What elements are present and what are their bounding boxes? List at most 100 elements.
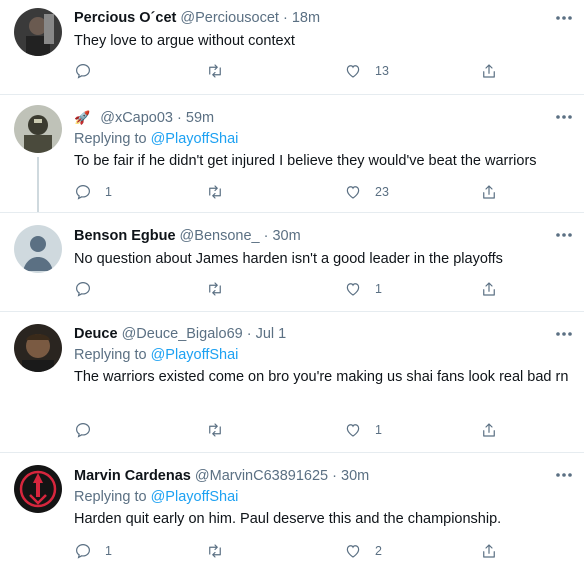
tweet[interactable]: Benson Egbue @Bensone_ · 30m No question… [0,213,584,311]
share-icon [483,64,495,78]
avatar[interactable] [14,105,62,153]
reply-mention-link[interactable]: @PlayoffShai [151,347,239,363]
more-options-icon[interactable] [554,111,574,123]
tweet[interactable]: Percious O´cet @Perciousocet · 18m They … [0,0,584,94]
reply-icon [76,64,90,79]
replying-to-label: Replying to [74,489,147,505]
heart-icon [346,424,360,437]
avatar[interactable] [14,8,62,56]
like-count: 23 [375,185,389,199]
tweet-actions: 1 23 [74,182,504,202]
share-button[interactable] [480,420,498,440]
tweet-text: They love to argue without context [74,33,295,49]
tweet-actions: 1 [74,420,504,440]
retweet-button[interactable] [206,541,237,561]
separator-dot: · [332,468,337,484]
timestamp[interactable]: 59m [186,110,214,126]
like-count: 2 [375,544,382,558]
author-name[interactable]: Percious O´cet [74,10,176,26]
reply-button[interactable]: 1 [74,182,112,202]
retweet-button[interactable] [206,279,237,299]
share-button[interactable] [480,182,498,202]
author-name[interactable]: Benson Egbue [74,228,176,244]
tweet-actions: 1 2 [74,541,504,561]
avatar[interactable] [14,225,62,273]
tweet[interactable]: Marvin Cardenas @MarvinC63891625 · 30m R… [0,453,584,569]
retweet-button[interactable] [206,420,237,440]
timestamp[interactable]: 30m [272,228,300,244]
reply-button[interactable]: 1 [74,541,112,561]
share-button[interactable] [480,541,498,561]
like-button[interactable]: 2 [344,541,382,561]
replying-to: Replying to @PlayoffShai [74,487,574,507]
reply-mention-link[interactable]: @PlayoffShai [151,131,239,147]
reply-mention-link[interactable]: @PlayoffShai [151,489,239,505]
tweet-actions: 1 [74,279,504,299]
share-icon [483,544,495,558]
timestamp[interactable]: 30m [341,468,369,484]
reply-icon [76,544,90,559]
reply-icon [76,282,90,297]
more-options-icon[interactable] [554,469,574,481]
tweet-text: No question about James harden isn't a g… [74,251,503,267]
like-button[interactable]: 1 [344,279,382,299]
like-count: 13 [375,64,389,78]
like-count: 1 [375,282,382,296]
more-options-icon[interactable] [554,12,574,24]
heart-icon [346,65,360,78]
more-options-icon[interactable] [554,328,574,340]
tweet[interactable]: Deuce @Deuce_Bigalo69 · Jul 1 Replying t… [0,312,584,452]
separator-dot: · [177,110,182,126]
tweet-header: Marvin Cardenas @MarvinC63891625 · 30m [74,465,574,487]
heart-icon [346,186,360,199]
retweet-icon [209,544,221,558]
replying-to-label: Replying to [74,131,147,147]
retweet-button[interactable] [206,182,237,202]
author-handle[interactable]: @xCapo03 [100,110,173,126]
share-button[interactable] [480,61,498,81]
tweet-text: Harden quit early on him. Paul deserve t… [74,511,502,527]
replying-to: Replying to @PlayoffShai [74,345,574,365]
avatar[interactable] [14,324,62,372]
separator-dot: · [246,326,252,342]
timestamp[interactable]: Jul 1 [256,326,287,342]
author-handle[interactable]: @Perciousocet [180,10,279,26]
timestamp[interactable]: 18m [292,10,320,26]
reply-button[interactable] [74,279,105,299]
tweet-actions: 13 [74,61,504,81]
retweet-icon [209,282,221,296]
rockets-logo-icon [14,465,62,513]
heart-icon [346,545,360,558]
replying-to: Replying to @PlayoffShai [74,129,574,149]
tweet-text: To be fair if he didn't get injured I be… [74,153,537,169]
retweet-button[interactable] [206,61,237,81]
thread-line [37,157,39,212]
retweet-icon [209,185,221,199]
retweet-icon [209,423,221,437]
share-icon [483,185,495,199]
author-name[interactable]: Marvin Cardenas [74,468,191,484]
share-button[interactable] [480,279,498,299]
reply-count: 1 [105,185,112,199]
author-name[interactable]: Deuce [74,326,118,342]
tweet-header: 🚀 @xCapo03 · 59m [74,107,574,129]
tweet[interactable]: 🚀 @xCapo03 · 59m Replying to @PlayoffSha… [0,95,584,212]
reply-count: 1 [105,544,112,558]
like-button[interactable]: 1 [344,420,382,440]
tweet-header: Percious O´cet @Perciousocet · 18m [74,7,574,29]
author-handle[interactable]: @Bensone_ [180,228,260,244]
reply-button[interactable] [74,420,105,440]
like-button[interactable]: 23 [344,182,389,202]
tweet-header: Deuce @Deuce_Bigalo69 · Jul 1 [74,323,574,345]
more-options-icon[interactable] [554,229,574,241]
like-button[interactable]: 13 [344,61,389,81]
share-icon [483,423,495,437]
reply-button[interactable] [74,61,105,81]
tweet-text: The warriors existed come on bro you're … [74,369,569,385]
heart-icon [346,283,360,296]
reply-icon [76,185,90,200]
author-handle[interactable]: @MarvinC63891625 [195,468,328,484]
retweet-icon [209,64,221,78]
author-handle[interactable]: @Deuce_Bigalo69 [122,326,243,342]
avatar[interactable] [14,465,62,513]
